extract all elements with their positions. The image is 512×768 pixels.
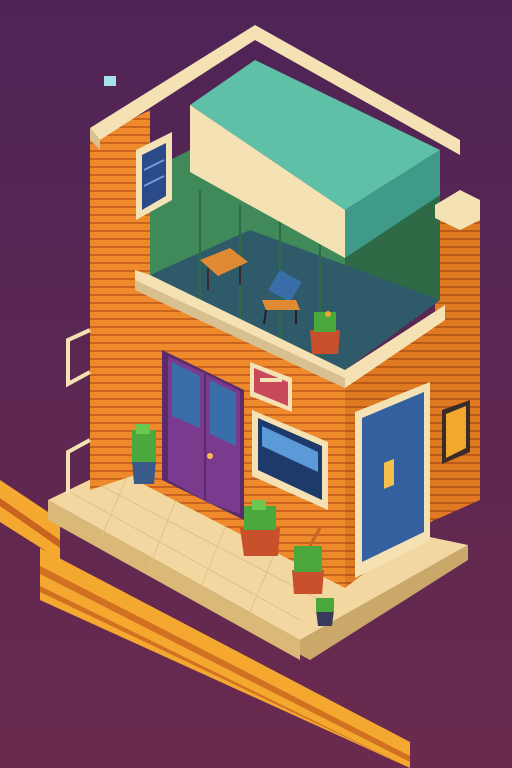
isometric-shop-scene — [0, 0, 512, 768]
sparkle — [104, 76, 116, 86]
potted-plant-icon — [132, 424, 156, 484]
potted-plant-icon — [316, 598, 334, 626]
potted-plant-icon — [240, 500, 280, 556]
potted-plant-icon — [310, 311, 340, 354]
